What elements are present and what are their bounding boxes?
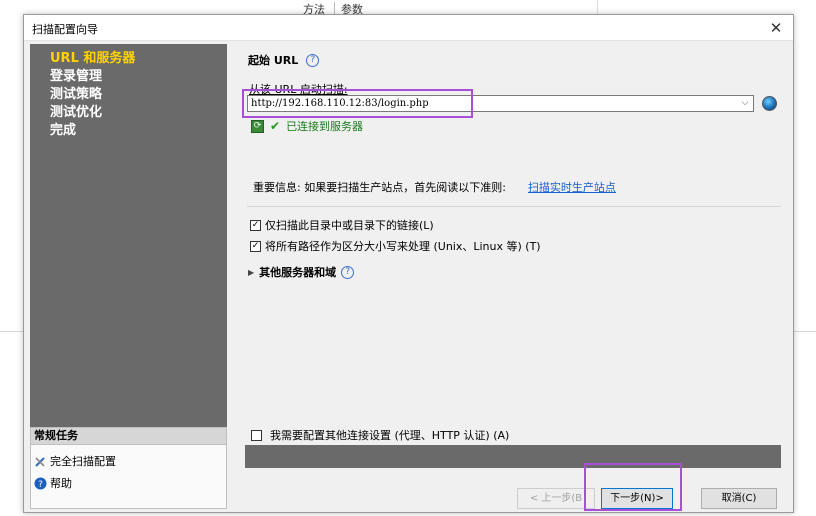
- proxy-label: 我需要配置其他连接设置 (代理、HTTP 认证) (A): [270, 429, 510, 442]
- tasks-header: 常规任务: [31, 428, 226, 445]
- nav-item-test-optimize[interactable]: 测试优化: [50, 101, 102, 120]
- cancel-button[interactable]: 取消(C): [701, 488, 777, 509]
- help-icon: ?: [34, 477, 47, 490]
- section-heading: 起始 URL ?: [248, 52, 320, 68]
- connected-text: 已连接到服务器: [286, 120, 364, 133]
- nav-item-login[interactable]: 登录管理: [50, 65, 102, 84]
- nav-item-finish[interactable]: 完成: [50, 119, 76, 138]
- nav-item-test-policy[interactable]: 测试策略: [50, 83, 102, 102]
- checkmark-icon: ✔: [270, 119, 281, 133]
- help-circle-icon[interactable]: ?: [306, 53, 320, 67]
- wizard-content: 起始 URL ? 从该 URL 启动扫描: http://192.168.110…: [237, 44, 789, 509]
- bg-divider-2: [597, 0, 598, 14]
- start-url-value: http://192.168.110.12:83/login.php: [251, 98, 429, 109]
- scan-config-wizard-dialog: 扫描配置向导 ✕ URL 和服务器 登录管理 测试策略 测试优化 完成 常规任务…: [23, 14, 794, 513]
- option-dir-only[interactable]: ✓ 仅扫描此目录中或目录下的链接(L): [250, 217, 434, 233]
- option-case-label: 将所有路径作为区分大小写来处理 (Unix、Linux 等) (T): [265, 240, 541, 253]
- nav-item-url-server[interactable]: URL 和服务器: [50, 47, 135, 66]
- production-site-link[interactable]: 扫描实时生产站点: [528, 179, 616, 195]
- dialog-title: 扫描配置向导: [32, 23, 98, 36]
- info-text: 重要信息: 如果要扫描生产站点，首先阅读以下准则:: [253, 181, 506, 194]
- task-help[interactable]: ? 帮助: [34, 475, 72, 491]
- option-case-sensitive[interactable]: ✓ 将所有路径作为区分大小写来处理 (Unix、Linux 等) (T): [250, 238, 541, 254]
- task-help-label: 帮助: [50, 477, 72, 490]
- prev-button[interactable]: < 上一步(B: [517, 488, 595, 509]
- checkbox-checked[interactable]: ✓: [250, 240, 261, 252]
- proxy-row[interactable]: 我需要配置其他连接设置 (代理、HTTP 认证) (A): [245, 425, 781, 445]
- important-info: 重要信息: 如果要扫描生产站点，首先阅读以下准则: 扫描实时生产站点: [253, 179, 616, 195]
- next-button[interactable]: 下一步(N)>: [601, 488, 673, 509]
- checkbox-checked[interactable]: ✓: [250, 219, 261, 231]
- svg-text:?: ?: [38, 480, 43, 490]
- section-divider: [247, 206, 781, 207]
- option-dir-only-label: 仅扫描此目录中或目录下的链接(L): [265, 219, 434, 232]
- triangle-right-icon[interactable]: ▶: [248, 268, 254, 277]
- other-servers-section[interactable]: ▶ 其他服务器和域 ?: [248, 264, 355, 280]
- task-full-scan-config[interactable]: 完全扫描配置: [34, 453, 116, 469]
- connection-status: ⟳ ✔ 已连接到服务器: [251, 118, 363, 134]
- refresh-icon[interactable]: ⟳: [251, 119, 264, 133]
- wizard-nav: URL 和服务器 登录管理 测试策略 测试优化 完成: [30, 44, 227, 427]
- task-full-scan-label: 完全扫描配置: [50, 455, 116, 468]
- start-url-combobox[interactable]: http://192.168.110.12:83/login.php ⌵: [247, 95, 754, 112]
- other-servers-label: 其他服务器和域: [259, 266, 337, 279]
- proxy-settings-area: 我需要配置其他连接设置 (代理、HTTP 认证) (A): [245, 425, 781, 468]
- chevron-down-icon[interactable]: ⌵: [737, 96, 753, 111]
- start-url-heading: 起始 URL: [248, 54, 299, 67]
- globe-icon[interactable]: [762, 96, 777, 111]
- wrench-icon: [35, 456, 45, 467]
- title-bar: 扫描配置向导 ✕: [24, 15, 793, 41]
- close-icon[interactable]: ✕: [765, 18, 787, 38]
- help-circle-icon[interactable]: ?: [341, 265, 355, 279]
- common-tasks-panel: 常规任务 完全扫描配置 ? 帮助: [30, 427, 227, 509]
- checkbox-unchecked[interactable]: [251, 429, 262, 441]
- bg-divider: [334, 2, 335, 14]
